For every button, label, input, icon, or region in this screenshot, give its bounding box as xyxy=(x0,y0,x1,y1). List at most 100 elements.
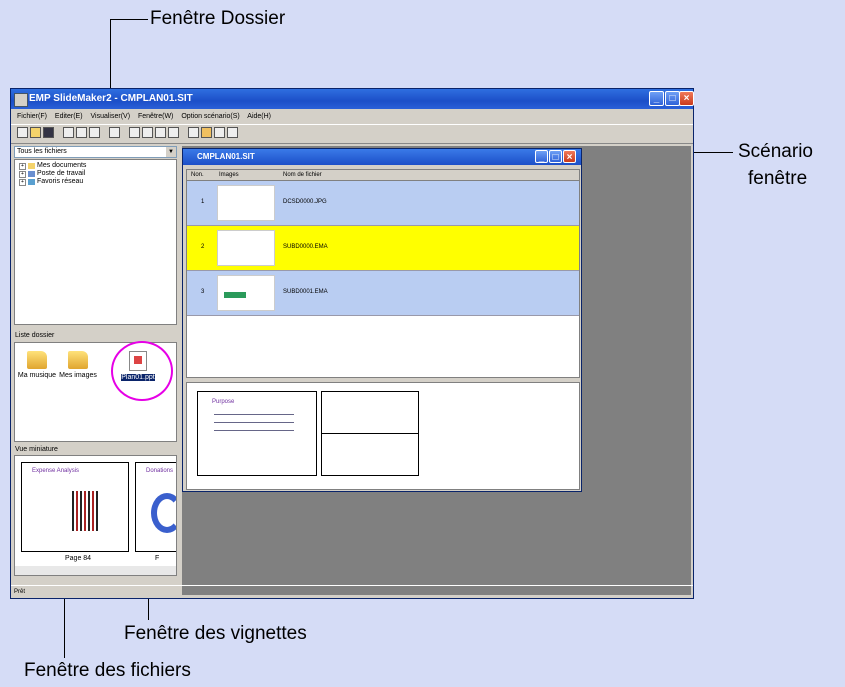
menu-file[interactable]: Fichier(F) xyxy=(17,113,47,120)
menu-scenario-options[interactable]: Option scénario(S) xyxy=(181,113,239,120)
row-number: 1 xyxy=(201,199,205,205)
thumbnail-slide[interactable]: Donations xyxy=(135,462,176,552)
list-view-icon[interactable] xyxy=(155,127,166,138)
preview-icon[interactable] xyxy=(188,127,199,138)
folder-icon xyxy=(28,163,35,169)
open-icon[interactable] xyxy=(30,127,41,138)
transfer-icon[interactable] xyxy=(201,127,212,138)
page-label: Page 84 xyxy=(65,555,92,562)
file-type-select-value: Tous les fichiers xyxy=(17,148,67,155)
preview-slide-empty[interactable] xyxy=(321,433,419,476)
callout-scenario-window-2: fenêtre xyxy=(748,168,808,189)
title-bar: EMP SlideMaker2 - CMPLAN01.SIT _ □ × xyxy=(11,89,694,109)
new-icon[interactable] xyxy=(17,127,28,138)
file-item[interactable]: Ma musique xyxy=(17,351,57,379)
help-icon[interactable] xyxy=(227,127,238,138)
file-item-label: Ma musique xyxy=(17,372,57,379)
preview-slide-title: Purpose xyxy=(212,399,235,405)
menu-edit[interactable]: Editer(E) xyxy=(55,113,83,120)
expand-icon[interactable]: + xyxy=(19,162,26,170)
row-filename: SUBD0000.EMA xyxy=(283,244,328,250)
expand-icon[interactable]: + xyxy=(19,178,26,186)
slide-title: Donations xyxy=(146,468,174,474)
workspace-area: CMPLAN01.SIT _ □ × Non. Images Nom de fi… xyxy=(182,146,691,595)
column-header[interactable]: Non. xyxy=(191,170,204,180)
callout-folder-window: Fenêtre Dossier xyxy=(150,8,286,29)
tree-item-label: Mes documents xyxy=(37,162,87,169)
callout-file-window: Fenêtre des fichiers xyxy=(24,660,191,681)
scenario-title: CMPLAN01.SIT xyxy=(197,152,255,161)
paste-icon[interactable] xyxy=(89,127,100,138)
toolbar xyxy=(11,124,693,144)
grid-header: Non. Images Nom de fichier xyxy=(187,170,579,181)
preview-slide[interactable]: Purpose xyxy=(197,391,317,476)
file-item-label: Mes images xyxy=(59,372,97,379)
cut-icon[interactable] xyxy=(63,127,74,138)
horizontal-scrollbar[interactable] xyxy=(15,566,176,575)
file-list-title: Liste dossier xyxy=(15,332,55,339)
slide-chart xyxy=(72,491,98,531)
thumbnail-slide[interactable]: Expense Analysis xyxy=(21,462,129,552)
close-button[interactable]: × xyxy=(679,91,694,106)
row-thumbnail xyxy=(217,230,275,266)
save-icon[interactable] xyxy=(43,127,54,138)
app-icon xyxy=(14,93,28,107)
status-text: Prêt xyxy=(14,589,26,595)
maximize-button[interactable]: □ xyxy=(549,150,562,163)
maximize-button[interactable]: □ xyxy=(665,91,680,106)
column-header[interactable]: Images xyxy=(219,170,239,180)
large-icon-view-icon[interactable] xyxy=(168,127,179,138)
window-title: EMP SlideMaker2 - CMPLAN01.SIT xyxy=(29,93,193,104)
scenario-window: CMPLAN01.SIT _ □ × Non. Images Nom de fi… xyxy=(182,148,582,492)
slide-title: Expense Analysis xyxy=(32,468,80,474)
callout-scenario-window: Scénario xyxy=(738,141,813,162)
preview-bullet-lines xyxy=(214,411,294,435)
thumbnail-view-icon[interactable] xyxy=(129,127,140,138)
settings-icon[interactable] xyxy=(214,127,225,138)
scenario-grid: Non. Images Nom de fichier 1 DCSD0000.JP… xyxy=(186,169,580,378)
tree-item[interactable]: + Favoris réseau xyxy=(19,178,176,186)
menu-bar: Fichier(F) Editer(E) Visualiser(V) Fenêt… xyxy=(11,109,693,124)
table-row[interactable]: 2 SUBD0000.EMA xyxy=(187,226,579,271)
network-icon xyxy=(28,179,35,185)
minimize-button[interactable]: _ xyxy=(649,91,664,106)
menu-view[interactable]: Visualiser(V) xyxy=(90,113,130,120)
close-button[interactable]: × xyxy=(563,150,576,163)
minimize-button[interactable]: _ xyxy=(535,150,548,163)
highlight-circle xyxy=(111,341,173,401)
page-label: F xyxy=(155,555,160,562)
copy-icon[interactable] xyxy=(76,127,87,138)
row-thumbnail xyxy=(217,185,275,221)
menu-help[interactable]: Aide(H) xyxy=(247,113,271,120)
callout-line xyxy=(110,19,148,20)
print-icon[interactable] xyxy=(109,127,120,138)
folder-tree: + Mes documents + Poste de travail + Fav… xyxy=(14,159,177,325)
row-number: 2 xyxy=(201,244,205,250)
folder-icon xyxy=(68,351,88,369)
table-row[interactable]: 3 SUBD0001.EMA xyxy=(187,271,579,316)
row-thumbnail xyxy=(217,275,275,311)
tree-item[interactable]: + Poste de travail xyxy=(19,170,176,178)
file-item[interactable]: Mes images xyxy=(58,351,98,379)
tree-item-label: Poste de travail xyxy=(37,170,86,177)
expand-icon[interactable]: + xyxy=(19,170,26,178)
menu-window[interactable]: Fenêtre(W) xyxy=(138,113,173,120)
app-window: EMP SlideMaker2 - CMPLAN01.SIT _ □ × Fic… xyxy=(10,88,694,599)
scenario-title-bar: CMPLAN01.SIT _ □ × xyxy=(183,149,581,165)
detail-view-icon[interactable] xyxy=(142,127,153,138)
column-header[interactable]: Nom de fichier xyxy=(283,170,322,180)
callout-thumbnail-window: Fenêtre des vignettes xyxy=(124,623,307,644)
preview-slide-empty[interactable] xyxy=(321,391,419,434)
table-row[interactable]: 1 DCSD0000.JPG xyxy=(187,181,579,226)
tree-item[interactable]: + Mes documents xyxy=(19,162,176,170)
slide-graphic xyxy=(151,493,176,533)
chevron-down-icon[interactable]: ▼ xyxy=(166,147,176,157)
row-filename: SUBD0001.EMA xyxy=(283,289,328,295)
thumbnail-panel: Expense Analysis Page 84 Donations F xyxy=(14,455,177,576)
row-number: 3 xyxy=(201,289,205,295)
file-type-select[interactable]: Tous les fichiers ▼ xyxy=(14,146,177,158)
status-bar: Prêt xyxy=(11,585,693,598)
computer-icon xyxy=(28,171,35,177)
folder-icon xyxy=(27,351,47,369)
row-filename: DCSD0000.JPG xyxy=(283,199,327,205)
